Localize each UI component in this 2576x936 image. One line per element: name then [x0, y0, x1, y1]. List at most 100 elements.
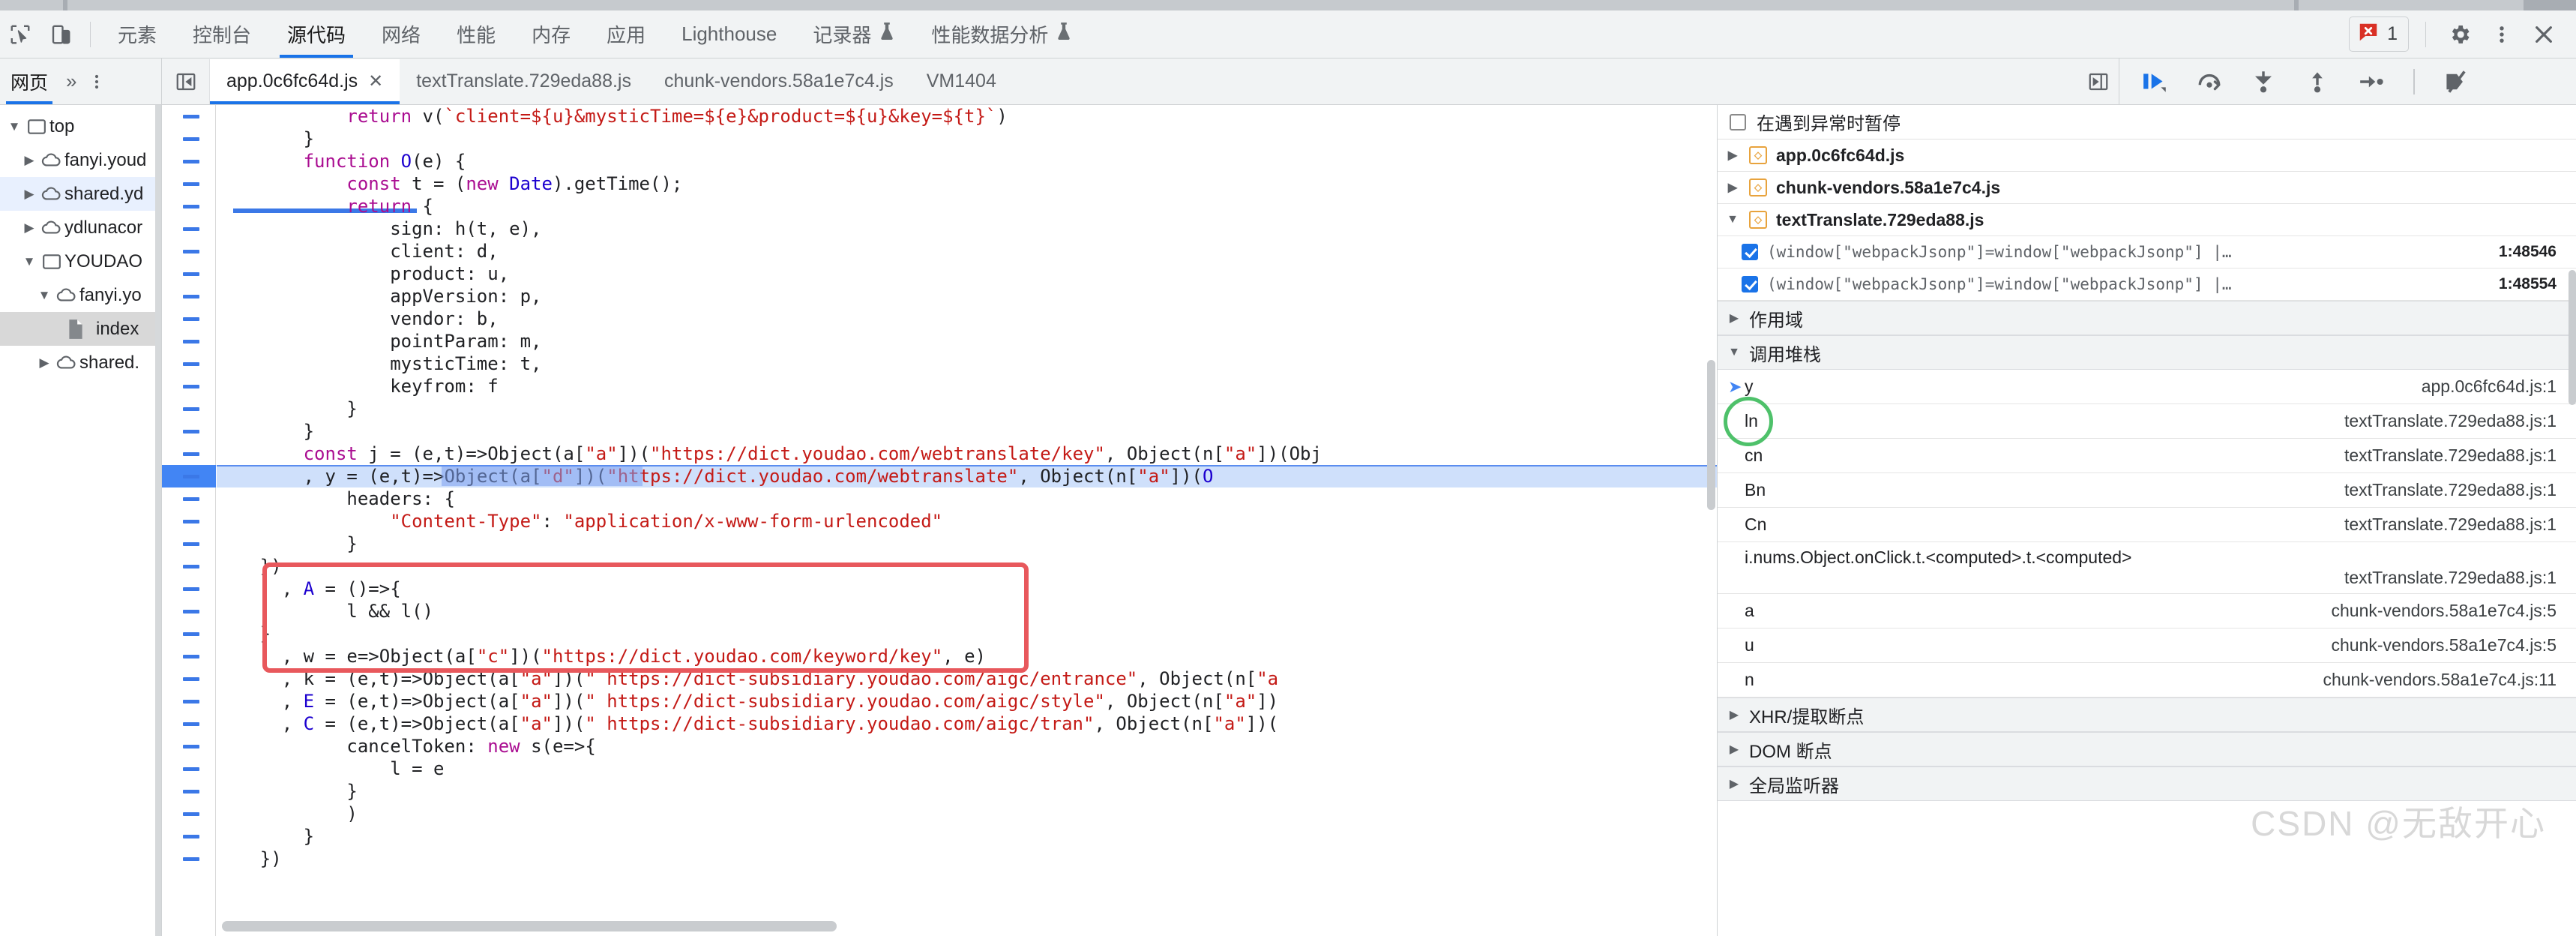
collapse-navigator-icon[interactable]	[162, 58, 210, 104]
device-toolbar-icon[interactable]	[40, 14, 81, 56]
chevron-down-icon[interactable]: ▼	[1725, 213, 1740, 226]
code-line[interactable]: }	[217, 420, 1717, 442]
code-line[interactable]: product: u,	[217, 262, 1717, 285]
gutter-line-marker[interactable]	[183, 250, 199, 254]
call-stack-row[interactable]: ln textTranslate.729eda88.js:1	[1718, 397, 2576, 446]
pause-on-exceptions-checkbox[interactable]	[1730, 113, 1746, 130]
editor-vscrollbar[interactable]	[1706, 105, 1717, 936]
gutter-line-marker[interactable]	[183, 497, 199, 501]
navigator-overflow-icon[interactable]: »	[58, 70, 84, 93]
devtools-tab-application[interactable]: 应用	[589, 11, 663, 58]
chevron-right-icon[interactable]: ▶	[1727, 742, 1742, 757]
editor-tabs-overflow-icon[interactable]	[2078, 59, 2119, 104]
gutter-line-marker[interactable]	[183, 430, 199, 434]
code-line[interactable]: appVersion: p,	[217, 285, 1717, 308]
devtools-tab-elements[interactable]: 元素	[100, 11, 175, 58]
devtools-tab-performance[interactable]: 性能	[439, 11, 514, 58]
call-stack-row[interactable]: a chunk-vendors.58a1e7c4.js:5	[1718, 594, 2576, 628]
code-line[interactable]: l = e	[217, 758, 1717, 780]
code-line[interactable]: const t = (new Date).getTime();	[217, 172, 1717, 195]
chevron-right-icon[interactable]: ▶	[34, 356, 54, 370]
gutter-line-marker[interactable]	[183, 722, 199, 726]
breakpoint-checkbox[interactable]	[1742, 276, 1758, 292]
resume-icon[interactable]	[2139, 65, 2172, 98]
gutter-line-marker[interactable]	[183, 452, 199, 456]
breakpoint-entry[interactable]: (window["webpackJsonp"]=window["webpackJ…	[1718, 268, 2576, 301]
gutter-line-marker[interactable]	[183, 182, 199, 186]
sidebar-scrollbar-thumb[interactable]	[2569, 270, 2576, 405]
code-line[interactable]: "Content-Type": "application/x-www-form-…	[217, 510, 1717, 532]
editor-tab-texttranslate[interactable]: textTranslate.729eda88.js	[400, 59, 648, 104]
step-over-icon[interactable]	[2193, 65, 2226, 98]
step-into-icon[interactable]	[2247, 65, 2280, 98]
call-stack-row[interactable]: u chunk-vendors.58a1e7c4.js:5	[1718, 628, 2576, 663]
navigator-more-icon[interactable]	[84, 64, 109, 99]
chevron-down-icon[interactable]: ▼	[4, 119, 24, 134]
tree-item-shared[interactable]: ▶ shared.	[0, 346, 161, 380]
code-line[interactable]: })	[217, 848, 1717, 870]
tree-item-fanyi-yo[interactable]: ▼ fanyi.yo	[0, 278, 161, 312]
devtools-tab-performance-insights[interactable]: 性能数据分析	[913, 11, 1090, 58]
call-stack-row[interactable]: ➤ y app.0c6fc64d.js:1	[1718, 370, 2576, 404]
section-scope[interactable]: ▶ 作用域	[1718, 301, 2576, 335]
code-line[interactable]: headers: {	[217, 488, 1717, 510]
gutter-line-marker[interactable]	[183, 655, 199, 658]
close-icon[interactable]: ✕	[368, 70, 383, 92]
gutter-line-marker[interactable]	[183, 565, 199, 568]
tree-item-shared-yd[interactable]: ▶ shared.yd	[0, 177, 161, 211]
gutter-line-marker[interactable]	[183, 227, 199, 231]
tree-item-fanyi-youdao[interactable]: ▶ fanyi.youd	[0, 143, 161, 177]
code-line[interactable]: client: d,	[217, 240, 1717, 262]
gutter-line-marker[interactable]	[183, 812, 199, 816]
step-icon[interactable]	[2355, 65, 2388, 98]
section-call-stack[interactable]: ▼ 调用堆栈	[1718, 335, 2576, 370]
call-stack-row[interactable]: Cn textTranslate.729eda88.js:1	[1718, 508, 2576, 542]
pause-on-exceptions-row[interactable]: 在遇到异常时暂停	[1718, 105, 2576, 140]
gutter-line-marker[interactable]	[183, 295, 199, 298]
gutter-line-marker[interactable]	[183, 542, 199, 546]
tree-item-ydlunacor[interactable]: ▶ ydlunacor	[0, 211, 161, 244]
gutter-line-marker[interactable]	[183, 340, 199, 344]
gutter-line-marker[interactable]	[183, 115, 199, 118]
code-line[interactable]: }	[217, 532, 1717, 555]
code-line[interactable]: vendor: b,	[217, 308, 1717, 330]
call-stack-row[interactable]: cn textTranslate.729eda88.js:1	[1718, 439, 2576, 473]
editor-hscrollbar[interactable]	[222, 921, 1496, 932]
code-line[interactable]: return {	[217, 195, 1717, 218]
chevron-down-icon[interactable]: ▼	[19, 254, 39, 269]
devtools-tab-lighthouse[interactable]: Lighthouse	[663, 11, 795, 58]
gutter-line-marker[interactable]	[183, 790, 199, 794]
call-stack-row[interactable]: i.nums.Object.onClick.t.<computed>.t.<co…	[1718, 542, 2576, 594]
section-xhr-breakpoints[interactable]: ▶ XHR/提取断点	[1718, 698, 2576, 732]
gutter-line-marker[interactable]	[183, 520, 199, 524]
source-code-editor[interactable]: return v(`client=${u}&mysticTime=${e}&pr…	[162, 105, 1717, 936]
gutter-line-marker[interactable]	[183, 362, 199, 366]
chevron-right-icon[interactable]: ▶	[19, 153, 39, 168]
gutter-line-marker[interactable]	[183, 835, 199, 838]
gutter-line-marker[interactable]	[183, 857, 199, 861]
breakpoint-checkbox[interactable]	[1742, 244, 1758, 260]
inspect-element-icon[interactable]	[0, 14, 40, 56]
breakpoint-entry[interactable]: (window["webpackJsonp"]=window["webpackJ…	[1718, 236, 2576, 268]
chevron-right-icon[interactable]: ▶	[19, 220, 39, 236]
gutter-line-marker[interactable]	[183, 272, 199, 276]
code-line[interactable]: , A = ()=>{	[217, 578, 1717, 600]
code-line[interactable]: }	[217, 622, 1717, 645]
code-line[interactable]: }	[217, 780, 1717, 802]
code-line[interactable]: function O(e) {	[217, 150, 1717, 172]
gutter-line-marker[interactable]	[183, 137, 199, 141]
code-line[interactable]: sign: h(t, e),	[217, 218, 1717, 240]
gutter-line-marker[interactable]	[183, 317, 199, 321]
error-count-badge[interactable]: 1	[2349, 16, 2409, 52]
kebab-menu-icon[interactable]	[2485, 17, 2519, 52]
navigator-scrollbar[interactable]	[155, 105, 161, 936]
code-line[interactable]: keyfrom: f	[217, 375, 1717, 398]
code-line[interactable]: l && l()	[217, 600, 1717, 622]
gutter-line-marker[interactable]	[183, 610, 199, 614]
tree-item-index[interactable]: index	[0, 312, 161, 346]
code-line[interactable]: )	[217, 802, 1717, 825]
chevron-right-icon[interactable]: ▶	[1725, 180, 1740, 195]
code-line[interactable]: })	[217, 555, 1717, 578]
gutter-line-marker[interactable]	[183, 632, 199, 636]
deactivate-breakpoints-icon[interactable]	[2440, 65, 2473, 98]
